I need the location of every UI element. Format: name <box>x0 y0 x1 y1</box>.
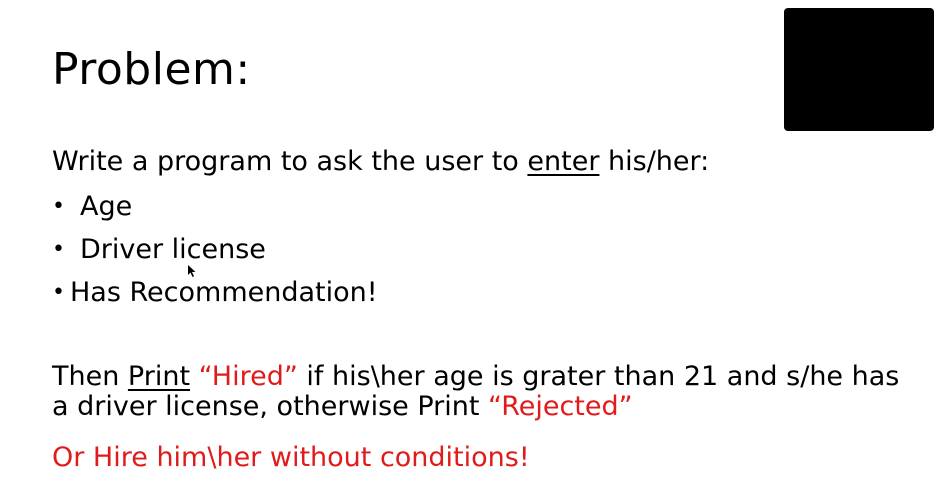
para-print-underlined: Print <box>127 361 191 392</box>
requirements-list: • Age • Driver license • Has Recommendation… <box>52 185 378 314</box>
rejected-quote: “Rejected” <box>488 391 633 422</box>
slide: Problem: Write a program to ask the user… <box>0 0 936 494</box>
instruction-paragraph: Then Print “Hired” if his\her age is gra… <box>52 362 922 422</box>
para-text-then: Then <box>52 361 128 392</box>
para-space <box>190 361 199 392</box>
intro-underlined-word: enter <box>527 146 600 177</box>
hired-quote: “Hired” <box>198 361 298 392</box>
list-item: • Age <box>52 185 378 228</box>
list-item: • Driver license <box>52 228 378 271</box>
closing-line: Or Hire him\her without conditions! <box>52 442 530 473</box>
intro-text-before: Write a program to ask the user to <box>52 146 528 177</box>
list-item: • Has Recommendation! <box>52 271 378 314</box>
bullet-icon: • <box>52 280 65 305</box>
bullet-icon: • <box>52 237 65 262</box>
intro-line: Write a program to ask the user to enter… <box>52 143 709 181</box>
slide-title: Problem: <box>52 44 251 95</box>
list-item-text: Has Recommendation! <box>70 277 378 308</box>
mouse-cursor-icon <box>188 265 196 277</box>
bullet-icon: • <box>52 194 65 219</box>
intro-text-after: his/her: <box>599 146 710 177</box>
redacted-block <box>784 8 934 131</box>
list-item-text: Driver license <box>80 234 266 265</box>
